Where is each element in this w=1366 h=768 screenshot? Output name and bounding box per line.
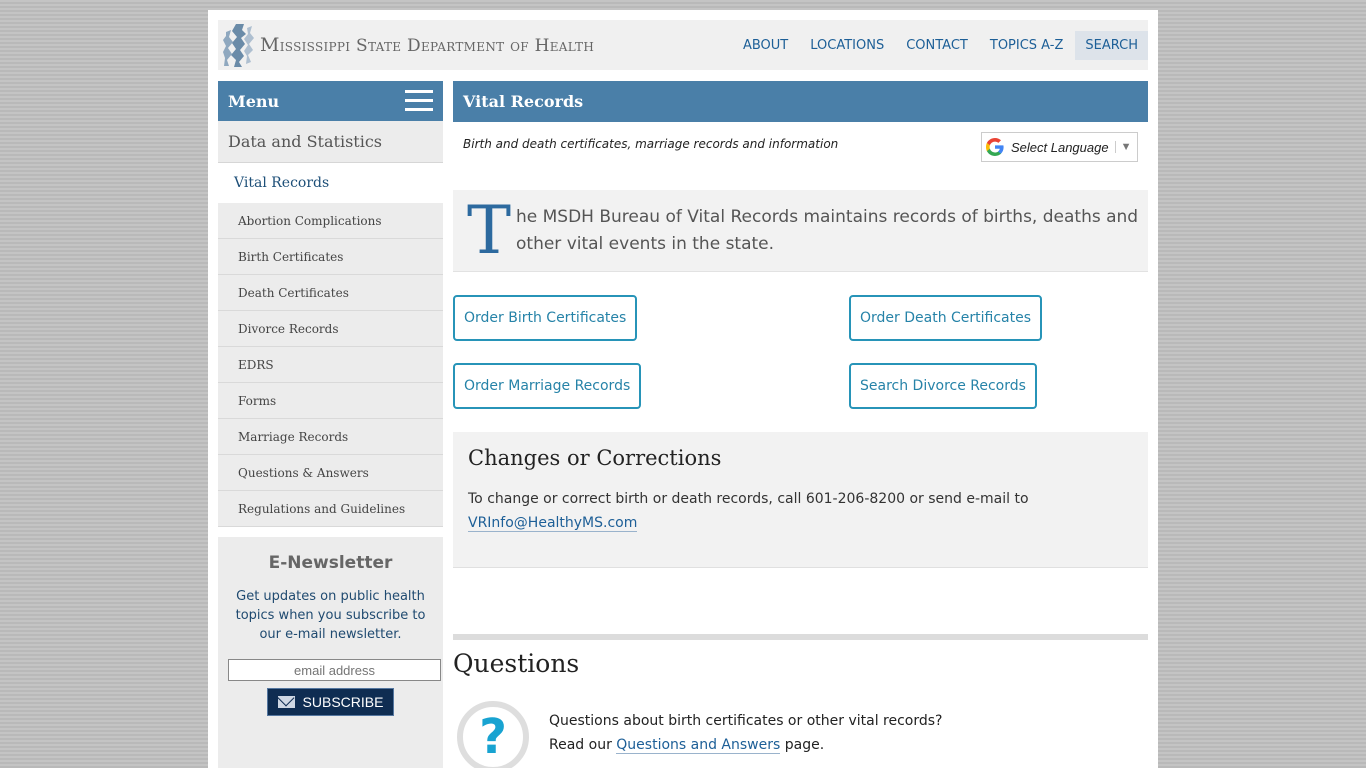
changes-body: To change or correct birth or death reco… xyxy=(468,491,1029,507)
sidebar-item-forms[interactable]: Forms xyxy=(218,383,443,419)
subhead-row: Birth and death certificates, marriage r… xyxy=(453,122,1148,190)
newsletter-text: Get updates on public health topics when… xyxy=(235,589,426,642)
hamburger-icon[interactable] xyxy=(405,90,433,112)
nav-topics-a-z[interactable]: TOPICS A-Z xyxy=(980,31,1074,60)
nav-about[interactable]: ABOUT xyxy=(733,31,798,60)
intro-text: he MSDH Bureau of Vital Records maintain… xyxy=(516,207,1139,254)
mail-icon xyxy=(277,696,295,708)
questions-line1: Questions about birth certificates or ot… xyxy=(549,713,943,729)
main-content: Vital Records Birth and death certificat… xyxy=(453,81,1148,768)
sidebar-item-abortion-complications[interactable]: Abortion Complications xyxy=(218,203,443,239)
sidebar-section-title[interactable]: Data and Statistics xyxy=(218,121,443,163)
subscribe-button[interactable]: SUBSCRIBE xyxy=(267,688,394,716)
dropdown-arrow-icon: ▼ xyxy=(1114,141,1131,153)
questions-text: Questions about birth certificates or ot… xyxy=(549,709,1109,757)
sidebar-item-questions-answers[interactable]: Questions & Answers xyxy=(218,455,443,491)
questions-line2-post: page. xyxy=(784,737,825,753)
changes-title: Changes or Corrections xyxy=(468,446,722,470)
search-divorce-records-button[interactable]: Search Divorce Records xyxy=(849,363,1037,409)
language-select[interactable]: Select Language ▼ xyxy=(981,132,1138,162)
sidebar: Menu Data and Statistics Vital Records A… xyxy=(218,81,443,768)
sidebar-item-vital-records[interactable]: Vital Records xyxy=(218,163,443,203)
sidebar-item-marriage-records[interactable]: Marriage Records xyxy=(218,419,443,455)
intro-box: T he MSDH Bureau of Vital Records mainta… xyxy=(453,190,1148,272)
questions-line2-pre: Read our xyxy=(549,737,612,753)
question-mark-icon: ? xyxy=(457,701,529,768)
sidebar-item-birth-certificates[interactable]: Birth Certificates xyxy=(218,239,443,275)
nav-contact[interactable]: CONTACT xyxy=(896,31,978,60)
intro-dropcap: T xyxy=(467,192,512,269)
subscribe-label: SUBSCRIBE xyxy=(302,694,384,710)
section-divider xyxy=(453,634,1148,640)
newsletter-title: E-Newsletter xyxy=(268,553,393,573)
order-birth-certificates-button[interactable]: Order Birth Certificates xyxy=(453,295,638,341)
sidebar-item-edrs[interactable]: EDRS xyxy=(218,347,443,383)
menu-label: Menu xyxy=(228,91,280,111)
nav-search[interactable]: SEARCH xyxy=(1075,30,1148,60)
questions-answers-link[interactable]: Questions and Answers xyxy=(616,737,781,754)
page-subtitle: Birth and death certificates, marriage r… xyxy=(463,137,839,151)
order-marriage-records-button[interactable]: Order Marriage Records xyxy=(453,363,642,409)
sidebar-item-divorce-records[interactable]: Divorce Records xyxy=(218,311,443,347)
menu-bar[interactable]: Menu xyxy=(218,81,443,121)
google-g-icon xyxy=(986,138,1004,156)
page-title: Vital Records xyxy=(453,81,1148,122)
site-header: Mississippi State Department of Health A… xyxy=(218,20,1148,70)
email-field[interactable] xyxy=(228,659,441,681)
order-death-certificates-button[interactable]: Order Death Certificates xyxy=(849,295,1043,341)
site-title[interactable]: Mississippi State Department of Health xyxy=(260,34,594,56)
top-navigation: ABOUT LOCATIONS CONTACT TOPICS A-Z SEARC… xyxy=(731,20,1148,70)
nav-locations[interactable]: LOCATIONS xyxy=(800,31,894,60)
sidebar-item-regulations-guidelines[interactable]: Regulations and Guidelines xyxy=(218,491,443,527)
changes-text: To change or correct birth or death reco… xyxy=(468,487,1133,535)
newsletter-box: E-Newsletter Get updates on public healt… xyxy=(218,537,443,768)
page: Mississippi State Department of Health A… xyxy=(208,10,1158,768)
questions-title: Questions xyxy=(453,649,580,678)
mississippi-state-logo-icon[interactable] xyxy=(222,22,256,68)
action-buttons: Order Birth Certificates Order Death Cer… xyxy=(453,272,1148,432)
sidebar-item-death-certificates[interactable]: Death Certificates xyxy=(218,275,443,311)
language-select-label: Select Language xyxy=(1011,139,1109,155)
email-link[interactable]: VRInfo@HealthyMS.com xyxy=(468,515,638,532)
changes-box: Changes or Corrections To change or corr… xyxy=(453,432,1148,568)
